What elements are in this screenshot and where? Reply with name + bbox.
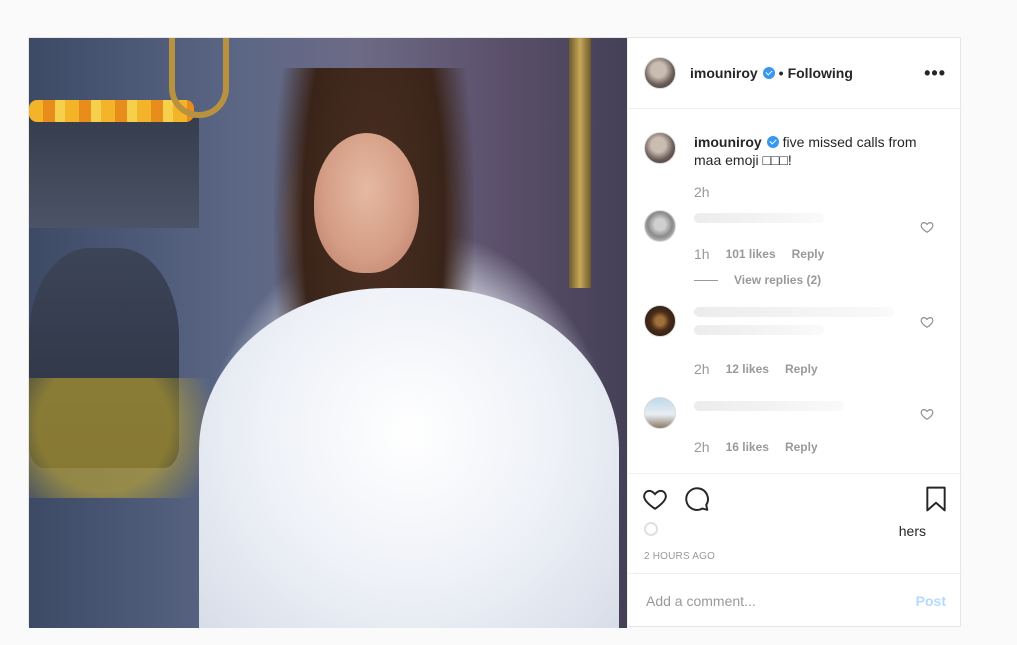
- post-image[interactable]: [29, 38, 627, 628]
- liked-by[interactable]: hers: [644, 522, 946, 540]
- comment-likes[interactable]: 16 likes: [726, 440, 769, 454]
- comment-meta: 2h 16 likes Reply: [694, 439, 818, 455]
- comment-meta: 1h 101 likes Reply: [694, 246, 824, 262]
- blurred-comment-text: [694, 213, 824, 223]
- caption-time[interactable]: 2h: [694, 184, 710, 200]
- image-flowers: [29, 100, 194, 122]
- view-replies-label: View replies (2): [734, 273, 822, 287]
- comment-likes[interactable]: 101 likes: [726, 247, 776, 261]
- blurred-comment-text: [694, 325, 824, 335]
- following-button[interactable]: Following: [788, 65, 853, 81]
- reply-button[interactable]: Reply: [785, 440, 818, 454]
- image-trident: [169, 38, 229, 118]
- comment-like-heart-icon[interactable]: [920, 220, 934, 234]
- liked-by-avatar-icon: [644, 522, 658, 536]
- more-options-icon[interactable]: •••: [924, 63, 946, 84]
- verified-badge-icon: [766, 136, 779, 148]
- verified-badge-icon: [762, 67, 775, 79]
- image-altar: [29, 118, 199, 228]
- avatar[interactable]: [644, 397, 676, 429]
- reply-button[interactable]: Reply: [792, 247, 825, 261]
- bookmark-icon[interactable]: [925, 486, 947, 512]
- post-header: imouniroy • Following •••: [628, 38, 962, 109]
- comment-input[interactable]: [644, 592, 908, 610]
- add-comment-bar: Post: [628, 573, 962, 628]
- liked-by-text: hers: [898, 523, 926, 539]
- avatar[interactable]: [644, 57, 676, 89]
- comment-like-heart-icon[interactable]: [920, 407, 934, 421]
- post-timestamp[interactable]: 2 HOURS AGO: [644, 551, 715, 562]
- comments-list[interactable]: imouniroy five missed calls from maa emoj…: [628, 109, 962, 473]
- comment-time[interactable]: 2h: [694, 439, 710, 455]
- blurred-comment-text: [694, 307, 894, 317]
- blurred-comment-text: [694, 401, 844, 411]
- image-lamp: [569, 38, 591, 288]
- view-replies-line: [694, 279, 718, 281]
- image-face: [314, 133, 419, 273]
- comment-like-heart-icon[interactable]: [920, 315, 934, 329]
- image-dress: [199, 288, 619, 628]
- caption-meta: 2h: [694, 184, 710, 200]
- following-dot: •: [778, 65, 784, 81]
- reply-button[interactable]: Reply: [785, 362, 818, 376]
- comment-meta: 2h 12 likes Reply: [694, 361, 818, 377]
- caption-username[interactable]: imouniroy: [694, 134, 762, 150]
- comment-time[interactable]: 2h: [694, 361, 710, 377]
- post-sidebar: imouniroy • Following ••• imouniroy five …: [627, 38, 962, 628]
- like-heart-icon[interactable]: [642, 486, 668, 512]
- avatar[interactable]: [644, 305, 676, 337]
- comment-bubble-icon[interactable]: [684, 486, 710, 512]
- comment-likes[interactable]: 12 likes: [726, 362, 769, 376]
- post-comment-button[interactable]: Post: [916, 593, 946, 609]
- avatar[interactable]: [644, 132, 676, 164]
- comment-time[interactable]: 1h: [694, 246, 710, 262]
- view-replies-button[interactable]: View replies (2): [694, 273, 821, 287]
- caption-text: imouniroy five missed calls from maa emoj…: [694, 133, 936, 169]
- avatar[interactable]: [644, 210, 676, 242]
- post-card: imouniroy • Following ••• imouniroy five …: [28, 37, 962, 628]
- header-username[interactable]: imouniroy: [690, 65, 758, 81]
